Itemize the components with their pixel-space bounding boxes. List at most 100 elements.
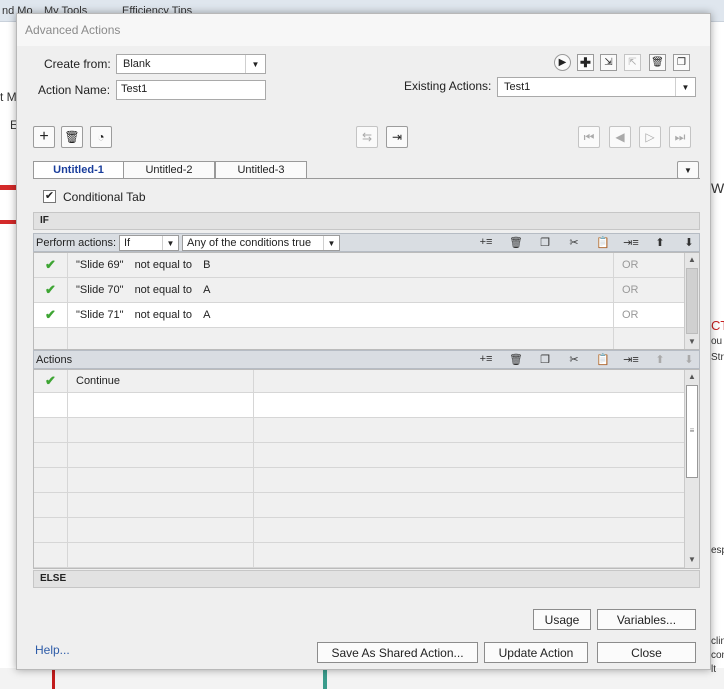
copy-condition-icon[interactable]: ❐	[537, 236, 553, 250]
condition-logic[interactable]: OR	[614, 303, 686, 327]
existing-actions-select[interactable]: Test1 ▼	[497, 77, 696, 97]
actions-grid: ✔ Continue ▲ ≡ ▼	[33, 369, 700, 569]
delete-action-row-icon[interactable]: 🗑	[508, 353, 524, 367]
actions-label: Actions	[36, 354, 73, 366]
condition-value[interactable]: A	[203, 309, 210, 321]
background-text: con	[711, 650, 724, 661]
insert-condition-icon[interactable]: +≡	[478, 236, 494, 250]
insert-action-icon[interactable]: +≡	[478, 353, 494, 367]
action-row-empty[interactable]	[34, 393, 686, 418]
delete-decision-icon[interactable]: 🗑	[61, 126, 83, 148]
preview-play-icon[interactable]: ▶	[554, 54, 571, 71]
valid-check-icon: ✔	[45, 257, 56, 272]
condition-row[interactable]: ✔ "Slide 69" not equal to B OR	[34, 253, 686, 278]
condition-row-empty[interactable]	[34, 328, 686, 349]
action-row[interactable]: ✔ Continue	[34, 370, 686, 393]
if-section-header: IF	[33, 212, 700, 230]
conditions-scrollbar[interactable]: ▲ ▼	[684, 253, 699, 349]
condition-value[interactable]: B	[203, 259, 210, 271]
advanced-actions-dialog: Advanced Actions Create from: Blank ▼ Ac…	[16, 13, 711, 670]
close-button[interactable]: Close	[597, 642, 696, 663]
add-action-icon[interactable]: ✚	[577, 54, 594, 71]
perform-actions-toolbar: Perform actions: If ▼ Any of the conditi…	[33, 233, 700, 252]
scroll-thumb[interactable]: ≡	[686, 385, 698, 478]
cut-condition-icon[interactable]: ✂	[566, 236, 582, 250]
perform-actions-label: Perform actions:	[36, 237, 117, 249]
delete-action-icon[interactable]: 🗑	[649, 54, 666, 71]
background-teal-marker	[323, 669, 327, 689]
tabs-dropdown-icon[interactable]: ▼	[677, 161, 699, 179]
existing-actions-label: Existing Actions:	[404, 79, 492, 93]
background-text: clin	[711, 636, 724, 647]
chevron-down-icon: ▼	[245, 55, 265, 73]
background-text: W	[711, 180, 724, 196]
condition-row[interactable]: ✔ "Slide 70" not equal to A OR	[34, 278, 686, 303]
action-row-empty[interactable]	[34, 518, 686, 543]
action-row-empty[interactable]	[34, 418, 686, 443]
cut-action-row-icon[interactable]: ✂	[566, 353, 582, 367]
import-action-icon[interactable]: ⇲	[600, 54, 617, 71]
insert-after-action-icon[interactable]: ⇥≡	[623, 353, 639, 367]
valid-check-icon: ✔	[45, 282, 56, 297]
perform-mode-value: If	[124, 237, 131, 249]
move-up-icon[interactable]: ⬆	[652, 236, 668, 250]
tab-untitled-3[interactable]: Untitled-3	[215, 161, 307, 179]
conditional-tab-label: Conditional Tab	[63, 190, 146, 204]
condition-logic[interactable]: OR	[614, 253, 686, 277]
action-name[interactable]: Continue	[68, 370, 254, 392]
condition-variable[interactable]: "Slide 71"	[76, 309, 124, 321]
scroll-up-icon[interactable]: ▲	[685, 253, 699, 267]
help-link[interactable]: Help...	[35, 643, 70, 657]
condition-operator[interactable]: not equal to	[135, 284, 193, 296]
perform-mode-select[interactable]: If ▼	[119, 235, 179, 251]
usage-button[interactable]: Usage	[533, 609, 591, 630]
create-from-select[interactable]: Blank ▼	[116, 54, 266, 74]
conditional-tab-checkbox[interactable]: ✔	[43, 190, 56, 203]
condition-operator[interactable]: not equal to	[135, 309, 193, 321]
scroll-down-icon[interactable]: ▼	[685, 335, 699, 349]
scroll-down-icon[interactable]: ▼	[685, 553, 699, 567]
background-text: CT	[711, 318, 724, 333]
condition-operator[interactable]: not equal to	[135, 259, 193, 271]
valid-check-icon: ✔	[45, 373, 56, 388]
last-decision-icon: ⏭	[669, 126, 691, 148]
action-row-empty[interactable]	[34, 543, 686, 568]
tab-untitled-1[interactable]: Untitled-1	[33, 161, 124, 179]
condition-mode-select[interactable]: Any of the conditions true ▼	[182, 235, 340, 251]
variables-button[interactable]: Variables...	[597, 609, 696, 630]
chevron-down-icon: ▼	[162, 236, 178, 250]
update-action-button[interactable]: Update Action	[484, 642, 588, 663]
condition-value[interactable]: A	[203, 284, 210, 296]
save-as-shared-action-button[interactable]: Save As Shared Action...	[317, 642, 478, 663]
scroll-thumb[interactable]	[686, 268, 698, 334]
first-decision-icon: ⏮	[578, 126, 600, 148]
action-row-empty[interactable]	[34, 443, 686, 468]
background-red-bar	[0, 185, 16, 190]
copy-decision-icon[interactable]: ◔	[90, 126, 112, 148]
action-row-empty[interactable]	[34, 468, 686, 493]
move-up-icon: ⬆	[655, 354, 665, 366]
condition-mode-value: Any of the conditions true	[187, 237, 312, 249]
move-down-icon: ⬇	[684, 354, 694, 366]
scroll-up-icon[interactable]: ▲	[685, 370, 699, 384]
move-down-icon[interactable]: ⬇	[681, 236, 697, 250]
condition-logic[interactable]: OR	[614, 278, 686, 302]
copy-action-row-icon[interactable]: ❐	[537, 353, 553, 367]
condition-row[interactable]: ✔ "Slide 71" not equal to A OR	[34, 303, 686, 328]
valid-check-icon: ✔	[45, 307, 56, 322]
create-from-label: Create from:	[44, 57, 111, 71]
tab-untitled-2[interactable]: Untitled-2	[123, 161, 215, 179]
duplicate-action-icon[interactable]: ❐	[673, 54, 690, 71]
condition-variable[interactable]: "Slide 69"	[76, 259, 124, 271]
condition-variable[interactable]: "Slide 70"	[76, 284, 124, 296]
actions-scrollbar[interactable]: ▲ ≡ ▼	[684, 370, 699, 568]
export-action-icon: ⇱	[624, 54, 641, 71]
existing-actions-value: Test1	[504, 81, 531, 93]
action-name-input[interactable]: Test1	[116, 80, 266, 100]
action-row-empty[interactable]	[34, 493, 686, 518]
delete-condition-icon[interactable]: 🗑	[508, 236, 524, 250]
add-decision-icon[interactable]: +	[33, 126, 55, 148]
background-red-bar	[0, 220, 16, 224]
insert-after-icon[interactable]: ⇥≡	[623, 236, 639, 250]
paste-block-icon[interactable]: ⇥	[386, 126, 408, 148]
